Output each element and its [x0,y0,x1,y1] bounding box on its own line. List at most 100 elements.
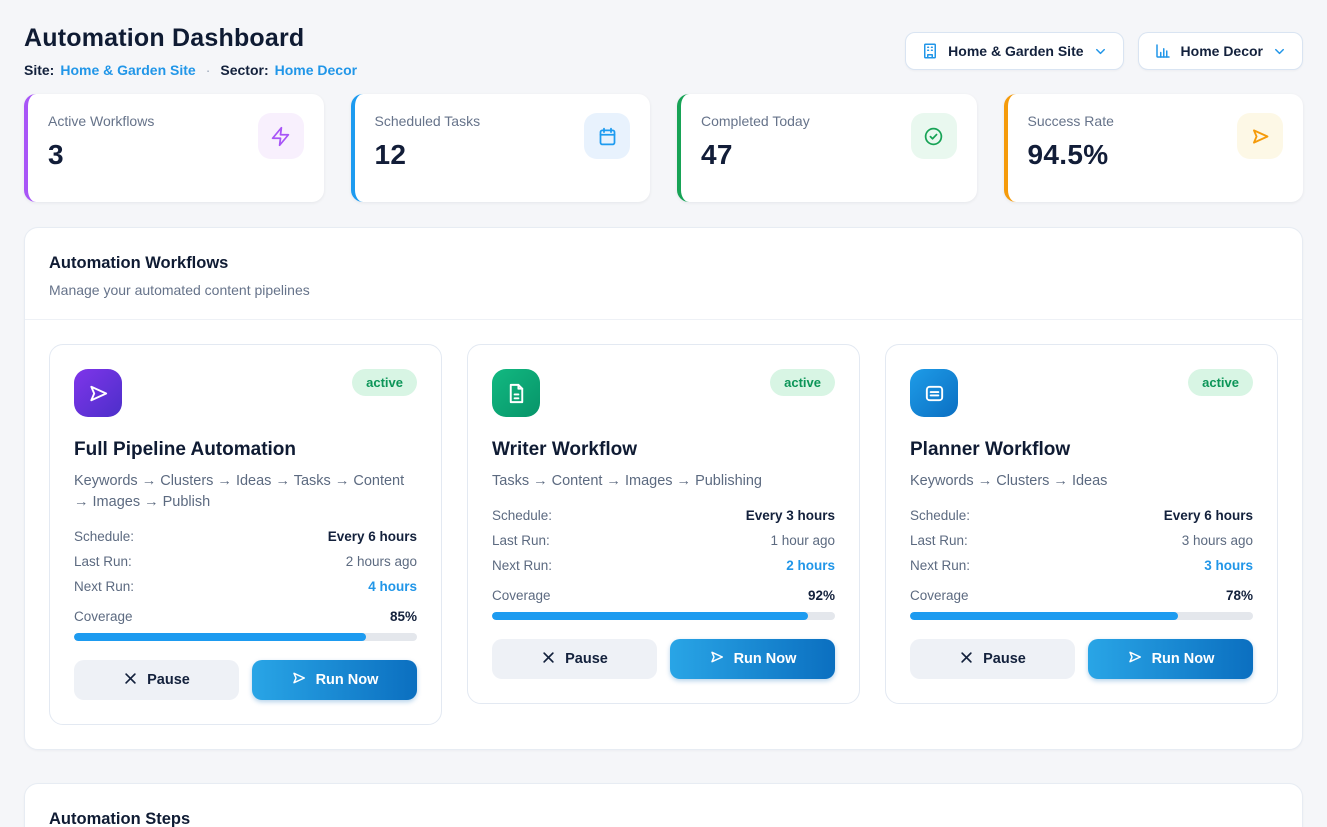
workflows-section-body: active Full Pipeline Automation Keywords… [25,320,1302,749]
workflow-title: Full Pipeline Automation [74,439,417,461]
close-icon [123,671,138,690]
workflow-card-planner: active Planner Workflow Keywords → Clust… [885,344,1278,704]
workflow-title: Planner Workflow [910,439,1253,461]
stat-card-completed-today: Completed Today 47 [677,94,977,202]
stat-value: 12 [375,139,481,171]
coverage-progress-fill [910,612,1178,620]
coverage-progress-fill [492,612,808,620]
run-now-button[interactable]: Run Now [252,660,417,700]
send-icon [1127,649,1143,669]
status-badge: active [352,369,417,396]
page-header: Automation Dashboard Site: Home & Garden… [24,24,1303,78]
close-icon [959,650,974,669]
coverage-row: Coverage 85% [74,609,417,624]
status-badge: active [1188,369,1253,396]
automation-workflows-section: Automation Workflows Manage your automat… [24,227,1303,750]
schedule-label: Schedule: [910,508,970,523]
site-selector-dropdown[interactable]: Home & Garden Site [905,32,1123,70]
site-label: Site: [24,62,54,78]
coverage-progress-bar [492,612,835,620]
run-now-button[interactable]: Run Now [1088,639,1253,679]
list-icon [910,369,958,417]
send-icon [1237,113,1283,159]
send-icon [74,369,122,417]
workflows-section-header: Automation Workflows Manage your automat… [25,228,1302,320]
coverage-label: Coverage [492,588,551,603]
coverage-value: 92% [808,588,835,603]
section-title: Automation Steps [49,810,1278,827]
workflow-pipeline: Tasks → Content → Images → Publishing [492,471,835,492]
schedule-label: Schedule: [492,508,552,523]
workflow-title: Writer Workflow [492,439,835,461]
run-now-button[interactable]: Run Now [670,639,835,679]
last-run-label: Last Run: [74,554,132,569]
next-run-value: 2 hours [786,558,835,573]
stat-card-scheduled-tasks: Scheduled Tasks 12 [351,94,651,202]
last-run-label: Last Run: [492,533,550,548]
stat-label: Scheduled Tasks [375,113,481,129]
stats-row: Active Workflows 3 Scheduled Tasks 12 Co… [24,94,1303,202]
coverage-progress-fill [74,633,366,641]
pause-button[interactable]: Pause [492,639,657,679]
last-run-label: Last Run: [910,533,968,548]
pause-button[interactable]: Pause [910,639,1075,679]
building-icon [921,42,939,60]
schedule-value: Every 6 hours [328,529,417,544]
coverage-value: 78% [1226,588,1253,603]
coverage-row: Coverage 92% [492,588,835,603]
site-selector-label: Home & Garden Site [948,43,1083,59]
site-link[interactable]: Home & Garden Site [60,62,195,78]
next-run-row: Next Run: 3 hours [910,558,1253,573]
workflow-card-writer: active Writer Workflow Tasks → Content →… [467,344,860,704]
stat-value: 3 [48,139,154,171]
coverage-progress-bar [910,612,1253,620]
stat-value: 94.5% [1028,139,1114,171]
workflow-pipeline: Keywords → Clusters → Ideas [910,471,1253,492]
pause-button[interactable]: Pause [74,660,239,700]
next-run-row: Next Run: 2 hours [492,558,835,573]
stat-label: Completed Today [701,113,810,129]
automation-steps-section: Automation Steps Configure which steps a… [24,783,1303,827]
workflow-pipeline: Keywords → Clusters → Ideas → Tasks → Co… [74,471,417,513]
coverage-label: Coverage [74,609,133,624]
sector-link[interactable]: Home Decor [275,62,357,78]
send-icon [291,670,307,690]
status-badge: active [770,369,835,396]
calendar-icon [584,113,630,159]
next-run-label: Next Run: [74,579,134,594]
coverage-progress-bar [74,633,417,641]
coverage-value: 85% [390,609,417,624]
schedule-row: Schedule: Every 6 hours [910,508,1253,523]
stat-label: Active Workflows [48,113,154,129]
sector-selector-dropdown[interactable]: Home Decor [1138,32,1303,70]
breadcrumb: Site: Home & Garden Site · Sector: Home … [24,62,357,78]
next-run-value: 4 hours [368,579,417,594]
steps-section-header: Automation Steps Configure which steps a… [25,784,1302,827]
stat-value: 47 [701,139,810,171]
header-actions: Home & Garden Site Home Decor [905,32,1303,70]
last-run-value: 3 hours ago [1182,533,1253,548]
coverage-row: Coverage 78% [910,588,1253,603]
stat-card-active-workflows: Active Workflows 3 [24,94,324,202]
workflow-card-full-pipeline: active Full Pipeline Automation Keywords… [49,344,442,725]
schedule-row: Schedule: Every 3 hours [492,508,835,523]
zap-icon [258,113,304,159]
next-run-value: 3 hours [1204,558,1253,573]
sector-label: Sector: [220,62,268,78]
page-title: Automation Dashboard [24,24,357,53]
section-title: Automation Workflows [49,254,1278,273]
schedule-row: Schedule: Every 6 hours [74,529,417,544]
schedule-label: Schedule: [74,529,134,544]
automation-dashboard-page: Automation Dashboard Site: Home & Garden… [0,0,1327,827]
stat-label: Success Rate [1028,113,1114,129]
next-run-row: Next Run: 4 hours [74,579,417,594]
last-run-row: Last Run: 2 hours ago [74,554,417,569]
stat-card-success-rate: Success Rate 94.5% [1004,94,1304,202]
check-circle-icon [911,113,957,159]
chevron-down-icon [1093,44,1108,59]
last-run-value: 1 hour ago [770,533,835,548]
last-run-value: 2 hours ago [346,554,417,569]
header-title-block: Automation Dashboard Site: Home & Garden… [24,24,357,78]
bar-chart-icon [1154,42,1172,60]
coverage-label: Coverage [910,588,969,603]
